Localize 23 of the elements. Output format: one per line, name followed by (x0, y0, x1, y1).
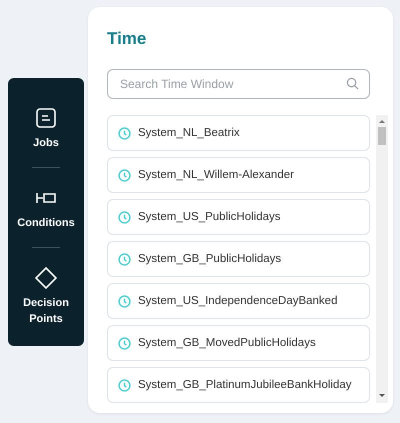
list-icon (34, 106, 58, 130)
clock-icon (118, 378, 131, 392)
time-window-item[interactable]: System_NL_Willem-Alexander (107, 157, 370, 193)
time-window-item[interactable]: System_US_PublicHolidays (107, 199, 370, 235)
clock-icon (118, 168, 131, 182)
search-field[interactable]: Search Time Window (107, 69, 370, 99)
panel-title: Time (107, 29, 148, 49)
clock-icon (118, 126, 131, 140)
search-icon (346, 77, 359, 90)
sidebar-item[interactable]: Decision Points (11, 266, 81, 327)
time-window-item[interactable]: System_US_IndependenceDayBanked (107, 283, 370, 319)
time-window-item[interactable]: System_GB_MovedPublicHolidays (107, 325, 370, 361)
scrollbar[interactable] (376, 115, 388, 403)
sidebar-item[interactable]: Conditions (11, 186, 81, 231)
time-window-item[interactable]: System_GB_PublicHolidays (107, 241, 370, 277)
sidebar-item[interactable]: Jobs (11, 106, 81, 151)
time-window-item[interactable]: System_NL_Beatrix (107, 115, 370, 151)
diamond-icon (34, 266, 58, 290)
clock-icon (118, 294, 131, 308)
clock-icon (118, 336, 131, 350)
clock-icon (118, 252, 131, 266)
time-window-item[interactable]: System_GB_PlatinumJubileeBankHoliday (107, 367, 370, 403)
clock-icon (118, 210, 131, 224)
